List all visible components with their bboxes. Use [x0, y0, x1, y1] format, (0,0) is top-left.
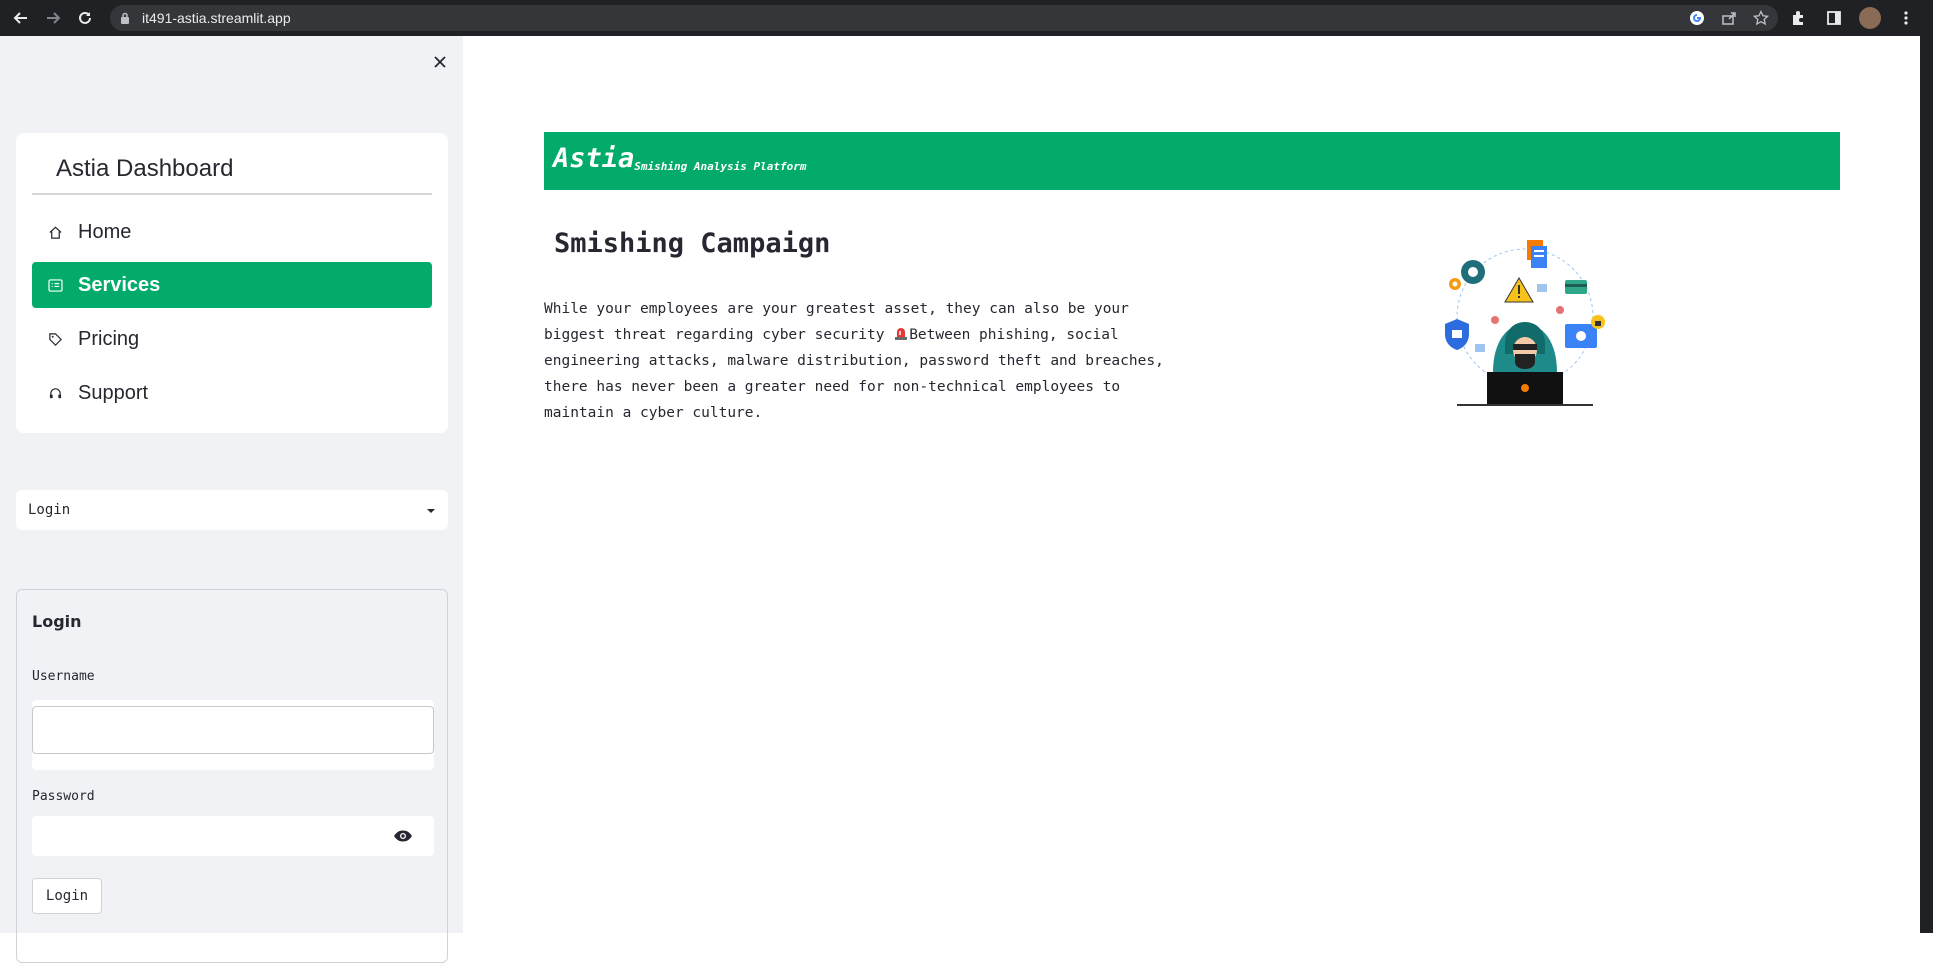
sidebar: Astia Dashboard Home Services Pricing Su	[0, 36, 463, 963]
header-banner: Astia Smishing Analysis Platform	[544, 132, 1840, 190]
page-title: Smishing Campaign	[554, 228, 831, 259]
menu-item-label: Services	[78, 273, 161, 296]
auth-select[interactable]: Login	[16, 490, 448, 530]
more-menu-icon[interactable]	[1895, 7, 1917, 29]
menu-item-label: Pricing	[78, 327, 140, 350]
side-panel-icon[interactable]	[1823, 7, 1845, 29]
login-form: Login Username Password Login	[16, 589, 448, 963]
address-bar[interactable]: it491-astia.streamlit.app	[110, 5, 1778, 31]
login-form-title: Login	[32, 612, 82, 631]
browser-toolbar: it491-astia.streamlit.app	[0, 0, 1933, 36]
url-text[interactable]: it491-astia.streamlit.app	[142, 10, 291, 26]
password-label: Password	[32, 789, 95, 804]
username-input[interactable]	[32, 706, 434, 754]
house-icon	[46, 223, 64, 241]
username-field-wrapper	[32, 700, 434, 770]
extensions-icon[interactable]	[1787, 7, 1809, 29]
menu-item-pricing[interactable]: Pricing	[32, 316, 432, 362]
close-sidebar-icon[interactable]	[428, 50, 452, 74]
menu-item-support[interactable]: Support	[32, 370, 432, 416]
google-icon[interactable]	[1688, 9, 1706, 27]
menu-item-services[interactable]: Services	[32, 262, 432, 308]
option-menu: Astia Dashboard Home Services Pricing Su	[16, 133, 448, 433]
brand-tagline: Smishing Analysis Platform	[634, 160, 807, 173]
menu-item-home[interactable]: Home	[32, 209, 432, 255]
menu-divider	[32, 193, 432, 195]
auth-select-value: Login	[28, 502, 71, 518]
tag-icon	[46, 330, 64, 348]
back-icon[interactable]	[10, 7, 32, 29]
lock-icon[interactable]	[120, 12, 132, 24]
hacker-illustration	[1435, 232, 1615, 417]
window-edge	[1920, 36, 1933, 933]
siren-icon	[893, 324, 909, 340]
profile-avatar[interactable]	[1859, 7, 1881, 29]
username-label: Username	[32, 669, 95, 684]
star-icon[interactable]	[1752, 9, 1770, 27]
brand-name: Astia	[553, 143, 635, 174]
forward-icon[interactable]	[42, 7, 64, 29]
login-button[interactable]: Login	[32, 878, 102, 914]
menu-item-label: Support	[78, 381, 149, 404]
menu-item-label: Home	[78, 220, 132, 243]
page-description: While your employees are your greatest a…	[544, 296, 1184, 426]
share-icon[interactable]	[1720, 9, 1738, 27]
password-field[interactable]	[32, 816, 434, 856]
caret-down-icon	[426, 501, 436, 519]
card-list-icon	[46, 276, 64, 294]
eye-icon[interactable]	[392, 826, 414, 846]
reload-icon[interactable]	[74, 7, 96, 29]
menu-title: Astia Dashboard	[56, 155, 234, 182]
headset-icon	[46, 384, 64, 402]
